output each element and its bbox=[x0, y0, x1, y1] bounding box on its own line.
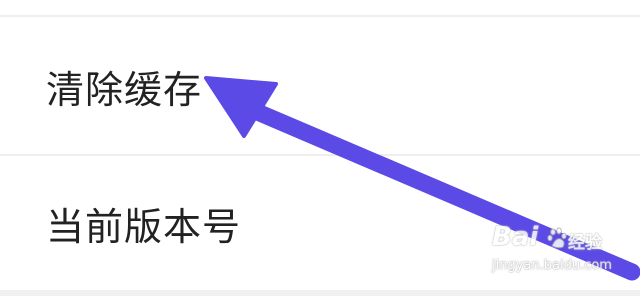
clear-cache-label: 清除缓存 bbox=[46, 68, 203, 112]
clear-cache-row[interactable]: 清除缓存 bbox=[0, 17, 640, 154]
current-version-label: 当前版本号 bbox=[46, 205, 242, 249]
baidu-paw-icon bbox=[547, 227, 567, 249]
watermark-brand-zh: 经验 bbox=[568, 233, 602, 253]
settings-screen: 清除缓存 当前版本号 Bai 经验 jingyan.baidu.com bbox=[0, 0, 640, 296]
watermark-url: jingyan.baidu.com bbox=[492, 258, 612, 273]
divider-bottom bbox=[0, 290, 640, 296]
watermark-brand: Bai bbox=[492, 222, 539, 252]
baidu-jingyan-watermark: Bai 经验 jingyan.baidu.com bbox=[492, 222, 612, 282]
